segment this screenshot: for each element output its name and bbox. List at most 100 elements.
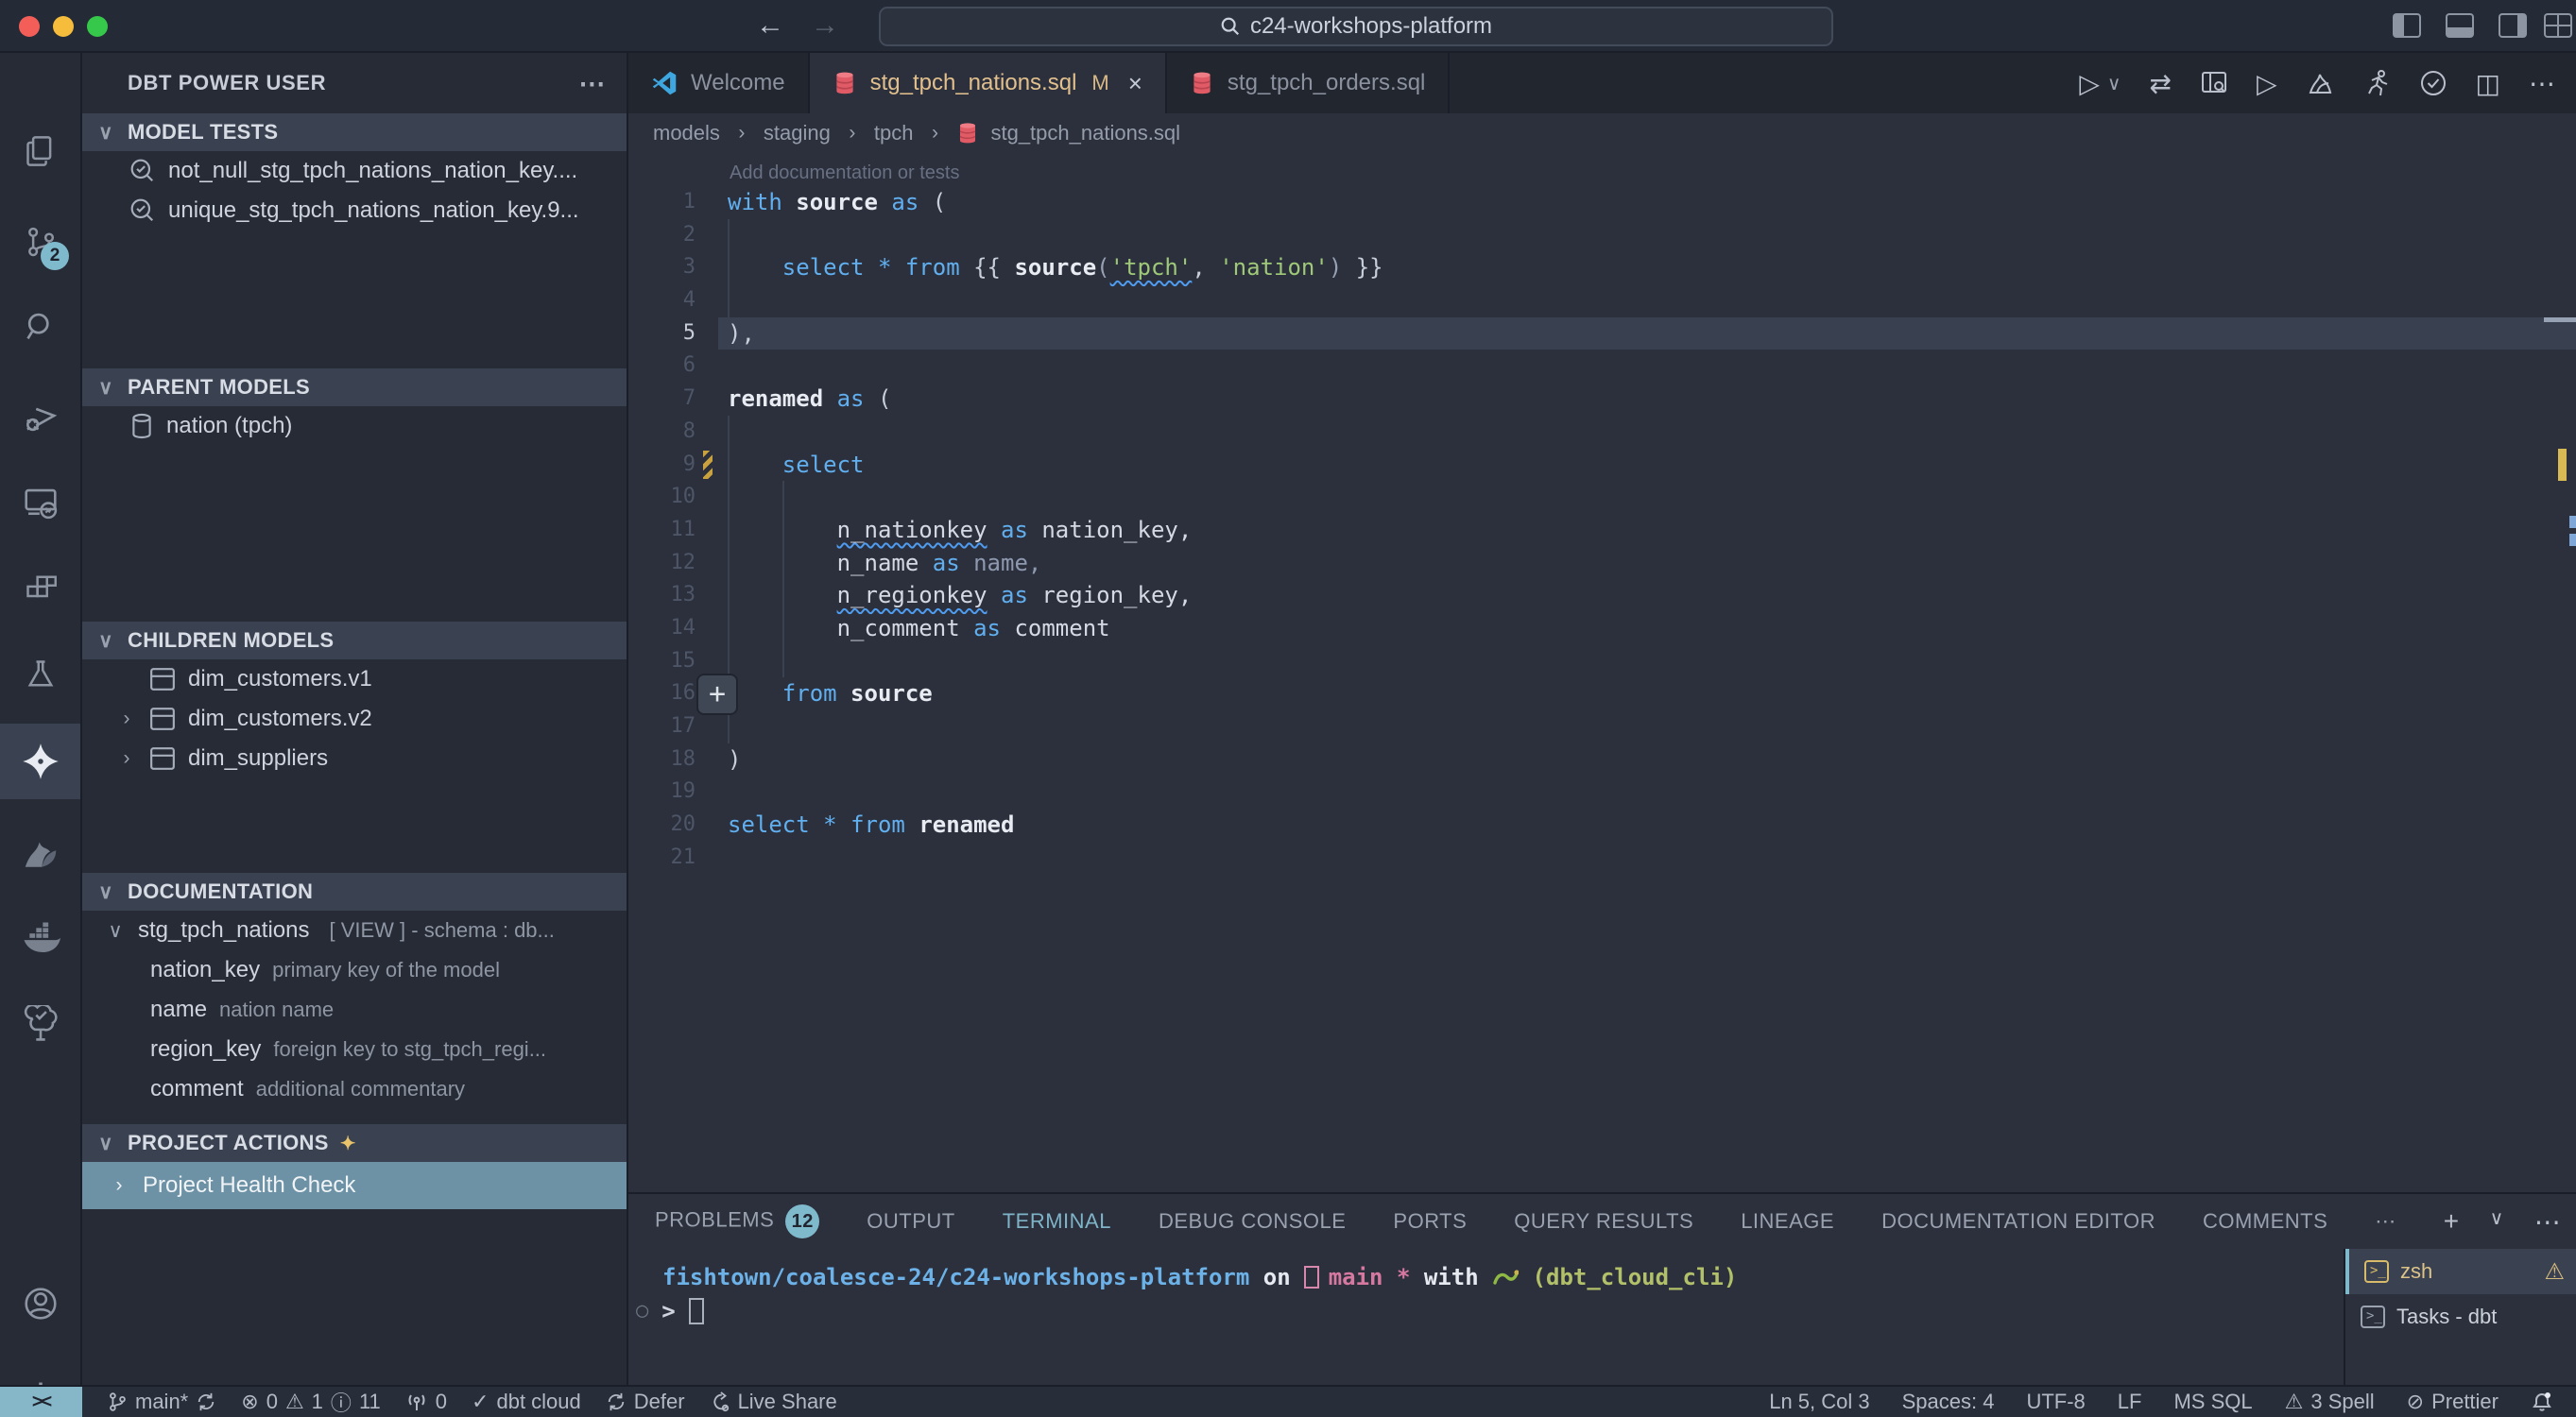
lineage-swap-icon[interactable]: ⇄	[2150, 68, 2172, 99]
notifications-bell-icon[interactable]	[2531, 1391, 2553, 1413]
breadcrumb-item[interactable]: staging	[764, 121, 831, 145]
code-line[interactable]: 21	[628, 842, 2576, 875]
status-live-share[interactable]: Live Share	[710, 1390, 837, 1414]
breadcrumb-item[interactable]: tpch	[874, 121, 914, 145]
run-debug-icon[interactable]	[0, 378, 80, 453]
close-window-button[interactable]	[19, 16, 40, 37]
status-indentation[interactable]: Spaces: 4	[1902, 1390, 1995, 1414]
code-editor[interactable]: Add documentation or tests 1with source …	[628, 153, 2576, 1192]
status-language[interactable]: MS SQL	[2173, 1390, 2252, 1414]
code-line[interactable]: 13 n_regionkey as region_key,	[628, 579, 2576, 612]
parent-model-item[interactable]: nation (tpch)	[82, 406, 627, 446]
section-children-models[interactable]: ∨ CHILDREN MODELS	[82, 622, 627, 659]
terminal[interactable]: fishtown/coalesce-24/c24-workshops-platf…	[628, 1249, 2344, 1385]
tab-comments[interactable]: COMMENTS	[2203, 1209, 2327, 1234]
terminal-input-line[interactable]: ○ >	[628, 1294, 2344, 1328]
chevron-down-icon[interactable]: ∨	[105, 919, 126, 943]
code-line[interactable]: 20select * from renamed	[628, 809, 2576, 842]
tab-debug-console[interactable]: DEBUG CONSOLE	[1159, 1209, 1346, 1234]
code-line[interactable]: 9 select	[628, 449, 2576, 482]
code-line[interactable]: 12 n_name as name,	[628, 547, 2576, 580]
todo-tree-icon[interactable]	[0, 986, 80, 1062]
child-model-item[interactable]: dim_customers.v1	[82, 659, 627, 699]
code-line[interactable]: 17	[628, 710, 2576, 743]
code-line[interactable]: 8	[628, 416, 2576, 449]
section-parent-models[interactable]: ∨ PARENT MODELS	[82, 368, 627, 406]
child-model-item[interactable]: › dim_customers.v2	[82, 699, 627, 739]
testing-beaker-icon[interactable]	[0, 637, 80, 712]
sidebar-more-actions-icon[interactable]: ⋯	[578, 68, 606, 99]
breadcrumb-item[interactable]: stg_tpch_nations.sql	[990, 121, 1180, 145]
model-test-item[interactable]: unique_stg_tpch_nations_nation_key.9...	[82, 191, 627, 230]
account-icon[interactable]	[0, 1266, 80, 1341]
more-actions-icon[interactable]: ⋯	[2529, 68, 2555, 99]
customize-layout-icon[interactable]	[2544, 13, 2572, 38]
toggle-panel-icon[interactable]	[2446, 13, 2474, 38]
build-check-icon[interactable]	[2419, 69, 2447, 97]
doc-column-row[interactable]: name nation name	[82, 990, 627, 1030]
remote-explorer-icon[interactable]	[0, 465, 80, 540]
section-model-tests[interactable]: ∨ MODEL TESTS	[82, 113, 627, 151]
tab-output[interactable]: OUTPUT	[867, 1209, 954, 1234]
codelens-link[interactable]: Add documentation or tests	[628, 153, 2576, 186]
tab-documentation-editor[interactable]: DOCUMENTATION EDITOR	[1881, 1209, 2155, 1234]
extensions-icon[interactable]	[0, 550, 80, 625]
search-icon[interactable]	[0, 289, 80, 365]
code-line[interactable]: 18)	[628, 743, 2576, 777]
chevron-right-icon[interactable]: ›	[116, 708, 137, 730]
run-dropdown-icon[interactable]: ▷	[2079, 68, 2100, 99]
explorer-icon[interactable]	[0, 113, 80, 189]
code-line[interactable]: 11 n_nationkey as nation_key,	[628, 514, 2576, 547]
zoom-window-button[interactable]	[87, 16, 108, 37]
code-line[interactable]: 7renamed as (	[628, 383, 2576, 416]
status-eol[interactable]: LF	[2118, 1390, 2142, 1414]
status-cursor-position[interactable]: Ln 5, Col 3	[1769, 1390, 1869, 1414]
code-line[interactable]: 2	[628, 219, 2576, 252]
code-line[interactable]: 16+ from source	[628, 677, 2576, 710]
code-line[interactable]: 19	[628, 776, 2576, 809]
status-branch[interactable]: main*	[107, 1390, 216, 1414]
tab-query-results[interactable]: QUERY RESULTS	[1514, 1209, 1693, 1234]
terminal-instance-zsh[interactable]: >_ zsh ⚠	[2345, 1249, 2576, 1294]
status-defer[interactable]: Defer	[606, 1390, 685, 1414]
doc-column-row[interactable]: nation_key primary key of the model	[82, 950, 627, 990]
doc-model-row[interactable]: ∨ stg_tpch_nations [ VIEW ] - schema : d…	[82, 911, 627, 950]
dbt-docs-icon[interactable]	[2306, 69, 2334, 97]
section-documentation[interactable]: ∨ DOCUMENTATION	[82, 873, 627, 911]
remote-indicator[interactable]: ><	[0, 1387, 82, 1417]
status-problems[interactable]: ⊗0 ⚠1 ⓘ11	[241, 1387, 381, 1417]
tab-problems[interactable]: PROBLEMS12	[655, 1204, 819, 1238]
code-line[interactable]: 6	[628, 350, 2576, 383]
code-line[interactable]: 4	[628, 284, 2576, 317]
doc-column-row[interactable]: region_key foreign key to stg_tpch_regi.…	[82, 1030, 627, 1069]
status-ports[interactable]: 0	[405, 1390, 447, 1414]
close-tab-icon[interactable]: ×	[1128, 69, 1142, 98]
code-line[interactable]: 5),	[628, 317, 2576, 350]
minimize-window-button[interactable]	[53, 16, 74, 37]
section-project-actions[interactable]: ∨ PROJECT ACTIONS ✦	[82, 1124, 627, 1162]
history-forward-icon[interactable]: →	[811, 9, 839, 42]
tab-terminal[interactable]: TERMINAL	[1003, 1209, 1111, 1234]
status-dbt-cloud[interactable]: ✓ dbt cloud	[472, 1390, 581, 1414]
code-line[interactable]: 14 n_comment as comment	[628, 612, 2576, 645]
status-prettier[interactable]: ⊘Prettier	[2407, 1390, 2499, 1414]
tab-lineage[interactable]: LINEAGE	[1741, 1209, 1834, 1234]
source-control-icon[interactable]: 2	[0, 204, 80, 280]
panel-tabs-overflow-icon[interactable]: ⋯	[2375, 1209, 2396, 1234]
project-health-check-item[interactable]: › Project Health Check	[82, 1162, 627, 1209]
doc-column-row[interactable]: comment additional commentary	[82, 1069, 627, 1109]
code-line[interactable]: 15	[628, 645, 2576, 678]
chevron-right-icon[interactable]: ›	[116, 747, 137, 770]
tab-stg-tpch-nations[interactable]: stg_tpch_nations.sql M ×	[810, 53, 1167, 113]
docker-icon[interactable]	[0, 901, 80, 977]
tab-stg-tpch-orders[interactable]: stg_tpch_orders.sql	[1167, 53, 1450, 113]
panel-more-icon[interactable]: ⋯	[2534, 1206, 2562, 1238]
gutter-plus-button[interactable]: +	[696, 674, 738, 715]
child-model-item[interactable]: › dim_suppliers	[82, 739, 627, 778]
split-editor-icon[interactable]: ◫	[2476, 68, 2500, 99]
dbt-logo-icon[interactable]	[0, 816, 80, 892]
code-line[interactable]: 3 select * from {{ source('tpch', 'natio…	[628, 251, 2576, 284]
breadcrumb-item[interactable]: models	[653, 121, 720, 145]
toggle-secondary-sidebar-icon[interactable]	[2499, 13, 2527, 38]
run-dropdown-chevron-icon[interactable]: ∨	[2107, 72, 2121, 95]
